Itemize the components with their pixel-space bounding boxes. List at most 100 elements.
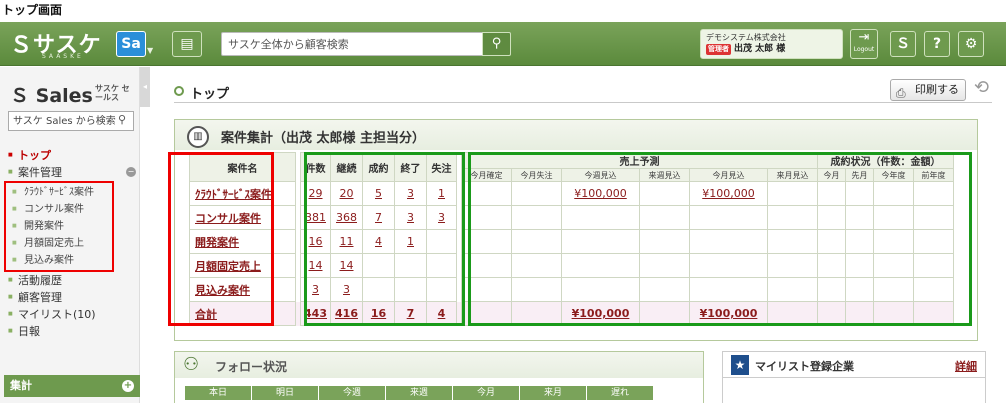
sidebar-item-label: 案件管理 <box>18 166 62 179</box>
count-link[interactable]: 381 <box>305 211 326 224</box>
count-link[interactable]: 20 <box>340 187 354 200</box>
count-link[interactable]: 5 <box>375 187 382 200</box>
count-link[interactable]: 1 <box>438 187 445 200</box>
panel-header: ▥ 案件集計（出茂 太郎様 主担当分） <box>175 120 977 150</box>
case-name-link[interactable]: 開発案件 <box>195 236 239 249</box>
count-link[interactable]: 416 <box>335 307 358 320</box>
sidebar-item-daily[interactable]: 日報 <box>0 323 140 340</box>
case-name-link[interactable]: コンサル案件 <box>195 212 261 225</box>
count-link[interactable]: 3 <box>407 211 414 224</box>
count-link[interactable]: 7 <box>375 211 382 224</box>
message-icon[interactable]: ▤ <box>172 31 202 57</box>
col-header-status: 今月 <box>817 168 846 182</box>
expand-icon[interactable]: + <box>122 380 134 392</box>
count-cell: 20 <box>330 181 363 206</box>
case-name-link[interactable]: 見込み案件 <box>195 284 250 297</box>
col-header-name: 案件名 <box>189 152 296 182</box>
count-link[interactable]: 3 <box>438 211 445 224</box>
status-cell <box>845 229 874 254</box>
count-cell: 4 <box>362 229 395 254</box>
printer-icon: ⎙ <box>896 86 906 100</box>
col-header-won: 成約 <box>362 152 395 182</box>
global-search-input[interactable] <box>221 32 483 56</box>
search-icon[interactable]: ⚲ <box>482 32 511 56</box>
sales-logo[interactable]: Ｓ Sales サスケ セールス <box>10 81 130 108</box>
status-cell <box>873 301 914 326</box>
col-header-lost: 失注 <box>426 152 457 182</box>
count-cell: 381 <box>300 205 331 230</box>
saaske-home-icon[interactable]: Ｓ <box>890 31 916 57</box>
forecast-cell <box>689 205 768 230</box>
sidebar-collapse-handle[interactable]: ◂ <box>140 67 150 107</box>
count-link[interactable]: 3 <box>312 283 319 296</box>
gear-icon[interactable]: ⚙ <box>958 31 984 57</box>
sidebar: Ｓ Sales サスケ セールス ⚲ トップ 案件管理 − ｸﾗｳﾄﾞｻｰﾋﾞｽ… <box>0 67 140 403</box>
count-link[interactable]: 1 <box>407 235 414 248</box>
logout-button[interactable]: ⇥ Logout <box>850 29 878 59</box>
forecast-cell <box>767 277 818 302</box>
sidebar-item-prospect[interactable]: 見込み案件 <box>6 252 112 269</box>
mylist-detail-link[interactable]: 詳細 <box>955 358 977 374</box>
count-link[interactable]: 3 <box>407 187 414 200</box>
forecast-link[interactable]: ¥100,000 <box>572 307 630 320</box>
user-name-line: 管理者 出茂 太郎 様 <box>706 43 837 56</box>
follow-status-panel: ⚇ フォロー状況 本日 明日 今週 来週 今月 来月 遅れ <box>174 351 704 403</box>
table-row: 見込み案件 3 3 <box>189 277 954 302</box>
col-header-ended: 終了 <box>394 152 427 182</box>
follow-col: 本日 <box>185 386 251 400</box>
count-link[interactable]: 14 <box>340 259 354 272</box>
forecast-link[interactable]: ¥100,000 <box>700 307 758 320</box>
count-link[interactable]: 7 <box>407 307 415 320</box>
sidebar-item-mylist[interactable]: マイリスト(10) <box>0 306 140 323</box>
case-name-link[interactable]: ｸﾗｳﾄﾞｻｰﾋﾞｽ案件 <box>195 188 272 201</box>
count-cell <box>426 229 457 254</box>
table-row: ｸﾗｳﾄﾞｻｰﾋﾞｽ案件 29 20 5 3 1 ¥100,000 ¥100,000 <box>189 181 954 206</box>
count-link[interactable]: 4 <box>375 235 382 248</box>
logout-label: Logout <box>853 46 875 53</box>
col-header-count: 件数 <box>300 152 331 182</box>
refresh-icon[interactable]: ⟲ <box>974 77 989 98</box>
col-header-continue: 継続 <box>330 152 363 182</box>
app-switcher-button[interactable]: Sa <box>116 31 146 57</box>
sidebar-item-monthly[interactable]: 月額固定売上 <box>6 235 112 252</box>
caret-down-icon[interactable]: ▼ <box>147 46 153 55</box>
forecast-link[interactable]: ¥100,000 <box>574 187 627 200</box>
user-info[interactable]: デモシステム株式会社 管理者 出茂 太郎 様 <box>700 29 843 59</box>
sum-section-header[interactable]: 集計 + <box>4 375 140 397</box>
sidebar-item-customers[interactable]: 顧客管理 <box>0 289 140 306</box>
sidebar-search-input[interactable] <box>8 111 134 131</box>
collapse-icon[interactable]: − <box>126 167 136 177</box>
count-link[interactable]: 16 <box>309 235 323 248</box>
count-link[interactable]: 443 <box>304 307 327 320</box>
count-link[interactable]: 3 <box>343 283 350 296</box>
count-link[interactable]: 4 <box>438 307 446 320</box>
sidebar-item-top[interactable]: トップ <box>0 147 140 164</box>
table-row: 開発案件 16 11 4 1 <box>189 229 954 254</box>
forecast-cell <box>639 301 690 326</box>
count-link[interactable]: 14 <box>309 259 323 272</box>
count-link[interactable]: 11 <box>340 235 354 248</box>
case-name-link[interactable]: 合計 <box>195 308 217 321</box>
sidebar-item-dev[interactable]: 開発案件 <box>6 218 112 235</box>
forecast-cell: ¥100,000 <box>689 301 768 326</box>
count-link[interactable]: 16 <box>371 307 386 320</box>
count-link[interactable]: 29 <box>309 187 323 200</box>
search-icon[interactable]: ⚲ <box>118 113 126 126</box>
print-label: 印刷する <box>915 83 959 96</box>
forecast-cell: ¥100,000 <box>689 181 768 206</box>
count-cell: 3 <box>394 181 427 206</box>
print-button[interactable]: ⎙ 印刷する <box>890 79 966 101</box>
forecast-link[interactable]: ¥100,000 <box>702 187 755 200</box>
saaske-logo[interactable]: Ｓサスケ SAASKE <box>10 27 102 61</box>
sidebar-item-case[interactable]: 案件管理 − <box>0 164 140 181</box>
sidebar-item-activity[interactable]: 活動履歴 <box>0 272 140 289</box>
status-cell <box>817 205 846 230</box>
role-badge: 管理者 <box>706 44 731 55</box>
sidebar-item-cloud[interactable]: ｸﾗｳﾄﾞｻｰﾋﾞｽ案件 <box>6 184 112 201</box>
sidebar-item-consul[interactable]: コンサル案件 <box>6 201 112 218</box>
help-icon[interactable]: ? <box>924 31 950 57</box>
count-cell: 3 <box>330 277 363 302</box>
count-link[interactable]: 368 <box>336 211 357 224</box>
case-name-link[interactable]: 月額固定売上 <box>195 260 261 273</box>
mylist-title: マイリスト登録企業 <box>755 360 854 373</box>
